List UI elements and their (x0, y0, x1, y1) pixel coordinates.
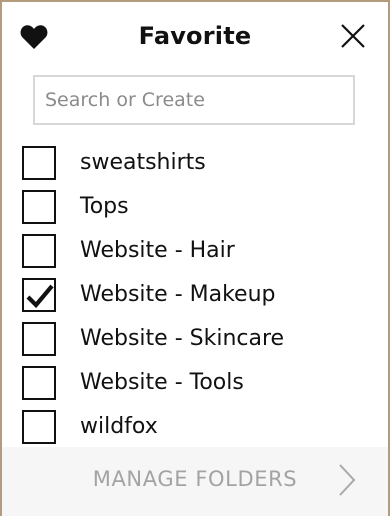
folder-label: Tops (80, 194, 129, 219)
folder-checkbox[interactable] (22, 146, 56, 180)
folder-row-wildfox[interactable]: wildfox (0, 406, 390, 450)
checkmark-icon (26, 284, 54, 309)
dialog-title: Favorite (138, 22, 252, 50)
folder-row-sweatshirts[interactable]: sweatshirts (0, 142, 390, 186)
folder-checkbox[interactable] (22, 410, 56, 444)
folder-label: Website - Skincare (80, 326, 285, 351)
search-or-create-input[interactable] (33, 75, 355, 125)
folder-label: wildfox (80, 414, 158, 439)
favorite-dialog: Favorite sweatshirts Tops Website - Hair… (0, 0, 390, 516)
manage-folders-label: MANAGE FOLDERS (92, 467, 298, 491)
chevron-right-icon (339, 464, 356, 496)
close-icon[interactable] (340, 23, 366, 49)
manage-folders-button[interactable]: MANAGE FOLDERS (2, 447, 388, 516)
folder-row-website-hair[interactable]: Website - Hair (0, 230, 390, 274)
folder-checkbox[interactable] (22, 322, 56, 356)
folder-checkbox[interactable] (22, 234, 56, 268)
folder-label: sweatshirts (80, 150, 206, 175)
folder-row-website-tools[interactable]: Website - Tools (0, 362, 390, 406)
folder-checkbox[interactable] (22, 190, 56, 224)
folder-row-tops[interactable]: Tops (0, 186, 390, 230)
folder-row-website-skincare[interactable]: Website - Skincare (0, 318, 390, 362)
folder-label: Website - Tools (80, 370, 244, 395)
folder-label: Website - Hair (80, 238, 235, 263)
dialog-header: Favorite (0, 0, 390, 72)
folder-label: Website - Makeup (80, 282, 276, 307)
folder-checkbox[interactable] (22, 366, 56, 400)
folder-row-website-makeup[interactable]: Website - Makeup (0, 274, 390, 318)
folder-checkbox-checked[interactable] (22, 278, 56, 312)
